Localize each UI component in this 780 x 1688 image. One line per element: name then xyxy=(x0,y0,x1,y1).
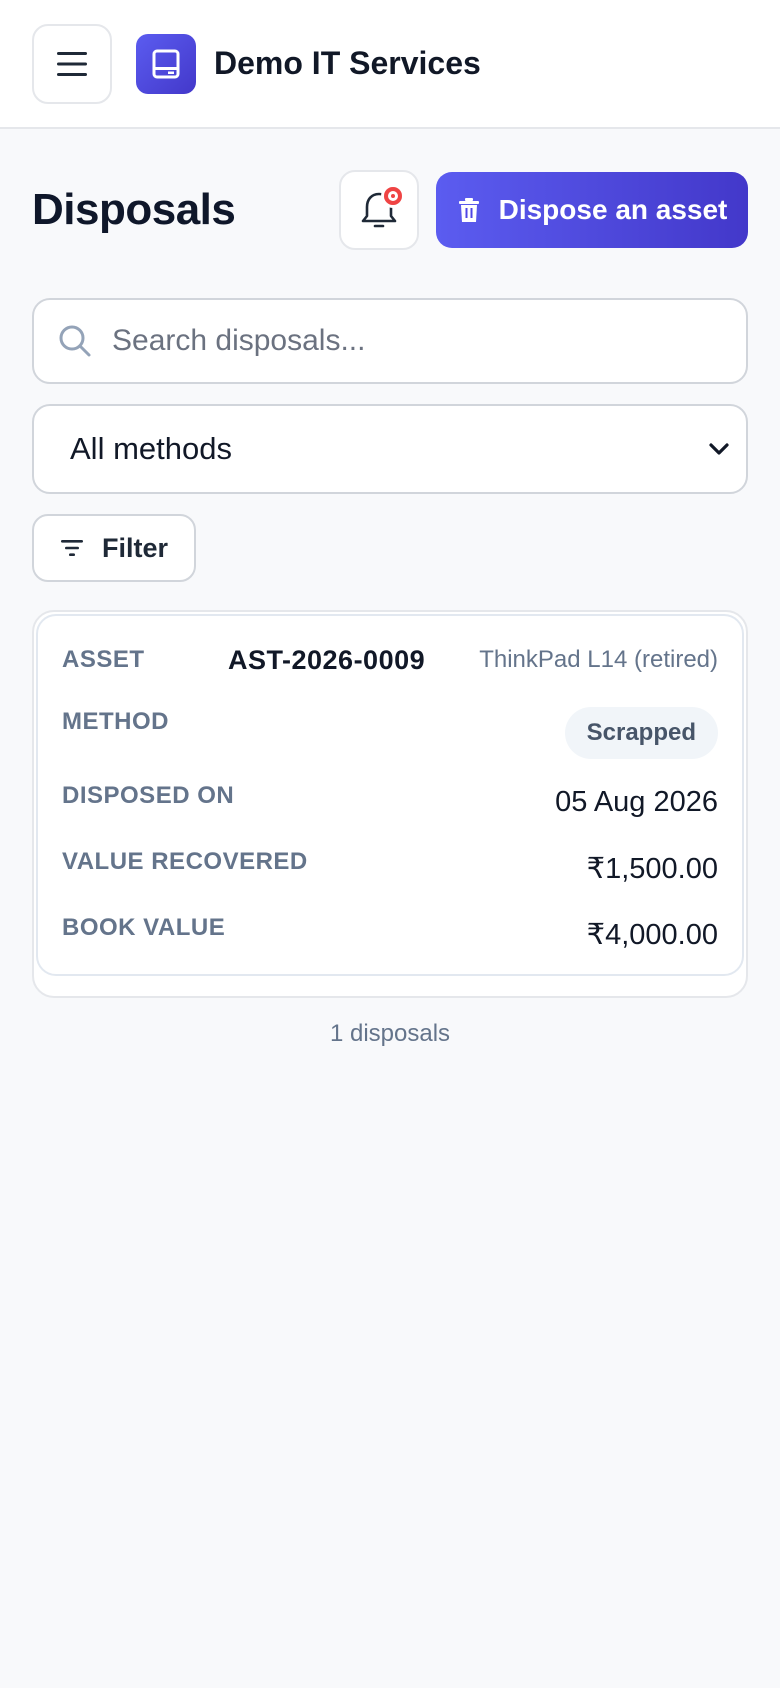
disposed-on-label: DISPOSED ON xyxy=(62,782,235,809)
dispose-asset-button[interactable]: Dispose an asset xyxy=(436,172,748,248)
asset-id: AST-2026-0009 xyxy=(228,644,426,675)
value-recovered-value: ₹1,500.00 xyxy=(586,852,718,885)
trash-icon xyxy=(458,198,479,222)
filter-label: Filter xyxy=(101,532,168,563)
notification-dot xyxy=(381,184,405,208)
asset-row: ASSET AST-2026-0009 ThinkPad L14 (retire… xyxy=(62,642,718,678)
disposed-on-row: DISPOSED ON 05 Aug 2026 xyxy=(62,782,718,822)
disposed-on-value: 05 Aug 2026 xyxy=(555,785,718,818)
logo-icon xyxy=(152,49,180,78)
menu-icon xyxy=(57,51,87,76)
top-bar: Demo IT Services xyxy=(0,0,780,129)
value-recovered-row: VALUE RECOVERED ₹1,500.00 xyxy=(62,848,718,888)
method-select[interactable]: All methods xyxy=(32,404,748,494)
method-label: METHOD xyxy=(62,708,169,735)
method-select-value: All methods xyxy=(70,431,232,466)
filter-button[interactable]: Filter xyxy=(32,514,196,582)
book-value-value: ₹4,000.00 xyxy=(586,918,718,951)
asset-label: ASSET xyxy=(62,646,145,673)
method-badge: Scrapped xyxy=(564,707,718,759)
page-title: Disposals xyxy=(32,185,236,234)
filter-icon xyxy=(60,540,83,556)
disposals-list: ASSET AST-2026-0009 ThinkPad L14 (retire… xyxy=(32,610,748,998)
asset-name: ThinkPad L14 (retired) xyxy=(479,646,718,673)
book-value-label: BOOK VALUE xyxy=(62,914,226,941)
search-icon xyxy=(59,325,91,357)
app-logo xyxy=(136,33,196,94)
notifications-button[interactable] xyxy=(339,170,419,250)
dispose-asset-label: Dispose an asset xyxy=(498,194,728,225)
search-box xyxy=(32,298,748,384)
value-recovered-label: VALUE RECOVERED xyxy=(62,848,308,875)
book-value-row: BOOK VALUE ₹4,000.00 xyxy=(62,914,718,954)
page-header: Disposals Dispose an asset xyxy=(32,170,748,250)
disposal-card[interactable]: ASSET AST-2026-0009 ThinkPad L14 (retire… xyxy=(36,614,744,976)
search-input[interactable] xyxy=(112,324,746,358)
app-title: Demo IT Services xyxy=(214,45,481,81)
method-row: METHOD Scrapped xyxy=(62,706,718,760)
menu-button[interactable] xyxy=(32,23,112,104)
results-count: 1 disposals xyxy=(329,1020,451,1047)
chevron-down-icon xyxy=(709,443,729,455)
